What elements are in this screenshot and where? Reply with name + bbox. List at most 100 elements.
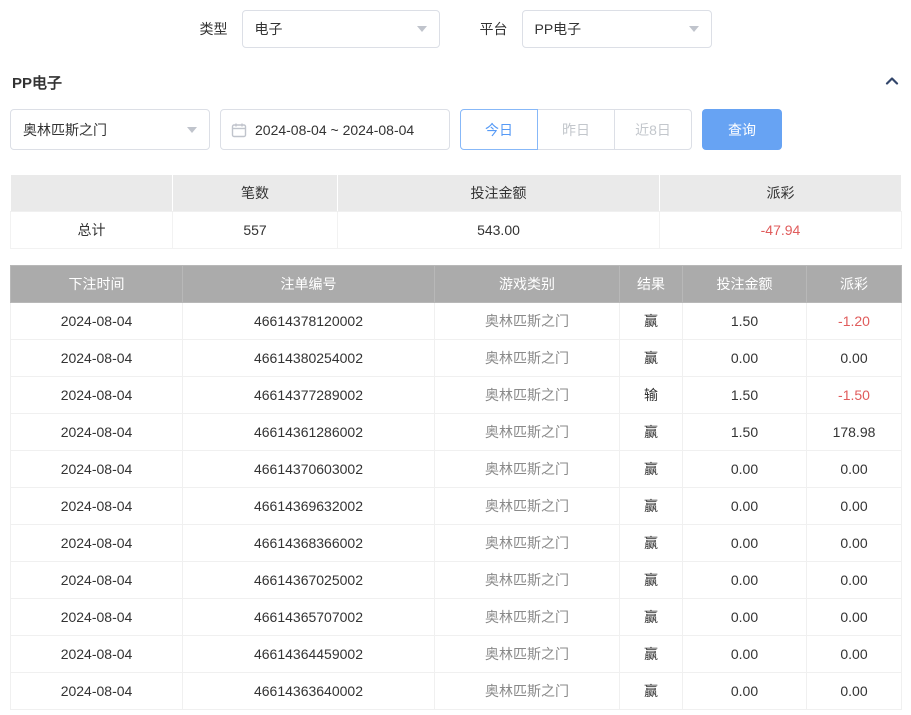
payout-cell: 0.00 bbox=[807, 525, 902, 562]
summary-count-value: 557 bbox=[173, 212, 338, 249]
bet-id-cell: 46614380254002 bbox=[183, 340, 435, 377]
game-category-cell: 奥林匹斯之门 bbox=[435, 562, 620, 599]
game-category-cell: 奥林匹斯之门 bbox=[435, 451, 620, 488]
bet-time-cell: 2024-08-04 bbox=[11, 414, 183, 451]
summary-header-empty bbox=[11, 175, 173, 212]
bet-time-cell: 2024-08-04 bbox=[11, 562, 183, 599]
result-cell: 赢 bbox=[620, 414, 683, 451]
chevron-down-icon bbox=[417, 26, 427, 32]
game-category-cell: 奥林匹斯之门 bbox=[435, 340, 620, 377]
today-button[interactable]: 今日 bbox=[460, 109, 538, 150]
platform-label: 平台 bbox=[480, 19, 508, 39]
summary-payout-value: -47.94 bbox=[660, 212, 902, 249]
bet-amount-cell: 1.50 bbox=[683, 377, 807, 414]
game-category-cell: 奥林匹斯之门 bbox=[435, 488, 620, 525]
bet-amount-cell: 0.00 bbox=[683, 488, 807, 525]
table-row: 2024-08-0446614367025002奥林匹斯之门赢0.000.00 bbox=[11, 562, 902, 599]
game-category-cell: 奥林匹斯之门 bbox=[435, 525, 620, 562]
summary-bet-amount-value: 543.00 bbox=[338, 212, 660, 249]
payout-cell: 0.00 bbox=[807, 599, 902, 636]
result-cell: 赢 bbox=[620, 488, 683, 525]
game-select[interactable]: 奥林匹斯之门 bbox=[10, 109, 210, 150]
payout-cell: -1.50 bbox=[807, 377, 902, 414]
bet-amount-cell: 0.00 bbox=[683, 340, 807, 377]
bet-amount-cell: 0.00 bbox=[683, 673, 807, 710]
bet-time-cell: 2024-08-04 bbox=[11, 636, 183, 673]
records-header-row: 下注时间 注单编号 游戏类别 结果 投注金额 派彩 bbox=[11, 266, 902, 303]
result-cell: 赢 bbox=[620, 451, 683, 488]
table-row: 2024-08-0446614370603002奥林匹斯之门赢0.000.00 bbox=[11, 451, 902, 488]
table-row: 2024-08-0446614378120002奥林匹斯之门赢1.50-1.20 bbox=[11, 303, 902, 340]
summary-table: 笔数 投注金额 派彩 总计 557 543.00 -47.94 bbox=[10, 174, 902, 249]
bet-amount-cell: 0.00 bbox=[683, 599, 807, 636]
result-cell: 输 bbox=[620, 377, 683, 414]
bet-id-cell: 46614364459002 bbox=[183, 636, 435, 673]
page-title: PP电子 bbox=[12, 72, 62, 93]
platform-select[interactable]: PP电子 bbox=[522, 10, 712, 48]
bet-id-cell: 46614365707002 bbox=[183, 599, 435, 636]
collapse-button[interactable] bbox=[885, 74, 899, 91]
section-header: PP电子 bbox=[0, 72, 911, 93]
summary-header-row: 笔数 投注金额 派彩 bbox=[11, 175, 902, 212]
calendar-icon bbox=[231, 122, 247, 138]
payout-cell: -1.20 bbox=[807, 303, 902, 340]
top-filter-bar: 类型 电子 平台 PP电子 bbox=[0, 0, 911, 54]
bet-id-cell: 46614361286002 bbox=[183, 414, 435, 451]
records-table-body: 2024-08-0446614378120002奥林匹斯之门赢1.50-1.20… bbox=[11, 303, 902, 710]
type-label: 类型 bbox=[200, 19, 228, 39]
yesterday-button[interactable]: 昨日 bbox=[537, 109, 615, 150]
summary-header-count: 笔数 bbox=[173, 175, 338, 212]
bet-time-cell: 2024-08-04 bbox=[11, 377, 183, 414]
bet-time-cell: 2024-08-04 bbox=[11, 599, 183, 636]
summary-header-bet-amount: 投注金额 bbox=[338, 175, 660, 212]
payout-cell: 0.00 bbox=[807, 636, 902, 673]
chevron-down-icon bbox=[187, 127, 197, 133]
game-category-cell: 奥林匹斯之门 bbox=[435, 636, 620, 673]
query-filter-bar: 奥林匹斯之门 2024-08-04 ~ 2024-08-04 今日 昨日 近8日… bbox=[0, 109, 911, 150]
bet-id-cell: 46614368366002 bbox=[183, 525, 435, 562]
game-select-value: 奥林匹斯之门 bbox=[23, 120, 107, 140]
payout-cell: 0.00 bbox=[807, 340, 902, 377]
bet-id-cell: 46614370603002 bbox=[183, 451, 435, 488]
summary-total-label: 总计 bbox=[11, 212, 173, 249]
chevron-up-icon bbox=[885, 74, 899, 88]
payout-cell: 0.00 bbox=[807, 488, 902, 525]
type-select[interactable]: 电子 bbox=[242, 10, 440, 48]
result-cell: 赢 bbox=[620, 562, 683, 599]
bet-amount-cell: 1.50 bbox=[683, 414, 807, 451]
header-game-category: 游戏类别 bbox=[435, 266, 620, 303]
bet-id-cell: 46614378120002 bbox=[183, 303, 435, 340]
result-cell: 赢 bbox=[620, 636, 683, 673]
game-category-cell: 奥林匹斯之门 bbox=[435, 303, 620, 340]
header-payout: 派彩 bbox=[807, 266, 902, 303]
header-result: 结果 bbox=[620, 266, 683, 303]
date-range-input[interactable]: 2024-08-04 ~ 2024-08-04 bbox=[220, 109, 450, 150]
payout-cell: 0.00 bbox=[807, 451, 902, 488]
summary-total-row: 总计 557 543.00 -47.94 bbox=[11, 212, 902, 249]
summary-header-payout: 派彩 bbox=[660, 175, 902, 212]
platform-select-value: PP电子 bbox=[535, 19, 582, 39]
table-row: 2024-08-0446614364459002奥林匹斯之门赢0.000.00 bbox=[11, 636, 902, 673]
bet-amount-cell: 0.00 bbox=[683, 562, 807, 599]
records-table: 下注时间 注单编号 游戏类别 结果 投注金额 派彩 2024-08-044661… bbox=[10, 265, 902, 710]
type-select-value: 电子 bbox=[255, 19, 283, 39]
table-row: 2024-08-0446614380254002奥林匹斯之门赢0.000.00 bbox=[11, 340, 902, 377]
bet-amount-cell: 0.00 bbox=[683, 525, 807, 562]
result-cell: 赢 bbox=[620, 673, 683, 710]
bet-id-cell: 46614367025002 bbox=[183, 562, 435, 599]
search-button[interactable]: 查询 bbox=[702, 109, 782, 150]
payout-cell: 178.98 bbox=[807, 414, 902, 451]
quick-date-button-group: 今日 昨日 近8日 bbox=[460, 109, 692, 150]
result-cell: 赢 bbox=[620, 340, 683, 377]
bet-id-cell: 46614377289002 bbox=[183, 377, 435, 414]
header-bet-id: 注单编号 bbox=[183, 266, 435, 303]
header-bet-time: 下注时间 bbox=[11, 266, 183, 303]
last-8-days-button[interactable]: 近8日 bbox=[614, 109, 692, 150]
bet-id-cell: 46614369632002 bbox=[183, 488, 435, 525]
bet-amount-cell: 1.50 bbox=[683, 303, 807, 340]
table-row: 2024-08-0446614365707002奥林匹斯之门赢0.000.00 bbox=[11, 599, 902, 636]
table-row: 2024-08-0446614361286002奥林匹斯之门赢1.50178.9… bbox=[11, 414, 902, 451]
game-category-cell: 奥林匹斯之门 bbox=[435, 599, 620, 636]
bet-time-cell: 2024-08-04 bbox=[11, 525, 183, 562]
payout-cell: 0.00 bbox=[807, 562, 902, 599]
